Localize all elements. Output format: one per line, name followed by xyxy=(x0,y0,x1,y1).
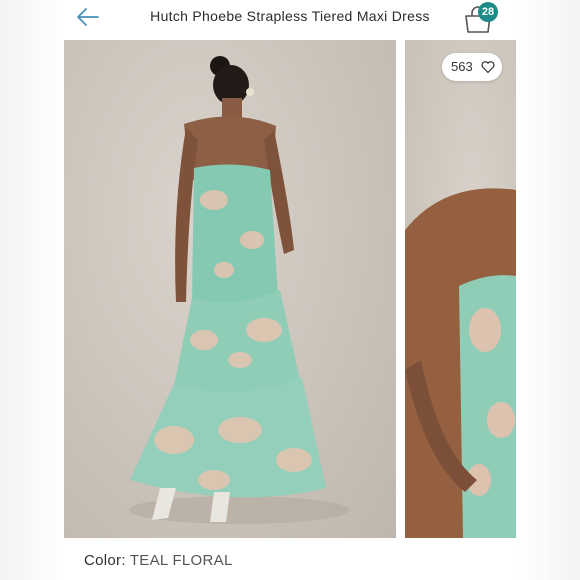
bag-count-badge: 28 xyxy=(478,2,498,22)
right-margin xyxy=(516,0,580,580)
color-info: Color: TEAL FLORAL xyxy=(64,538,516,580)
product-page: Hutch Phoebe Strapless Tiered Maxi Dress… xyxy=(0,0,580,580)
back-button[interactable] xyxy=(74,6,102,28)
product-image-carousel[interactable]: 563 xyxy=(64,40,516,538)
back-arrow-icon xyxy=(77,8,99,26)
model-illustration xyxy=(129,56,349,524)
like-button[interactable]: 563 xyxy=(442,53,502,81)
like-count: 563 xyxy=(451,59,473,74)
heart-icon xyxy=(481,61,495,74)
app-header: Hutch Phoebe Strapless Tiered Maxi Dress… xyxy=(64,0,516,40)
page-title: Hutch Phoebe Strapless Tiered Maxi Dress xyxy=(150,8,430,24)
product-photo-back-view[interactable] xyxy=(64,40,396,538)
detail-illustration xyxy=(405,188,516,538)
color-label: Color: xyxy=(84,552,126,569)
color-text: Color: TEAL FLORAL xyxy=(84,552,233,569)
left-margin xyxy=(0,0,64,580)
product-photo-detail-view[interactable] xyxy=(405,40,516,538)
color-value: TEAL FLORAL xyxy=(129,552,233,569)
